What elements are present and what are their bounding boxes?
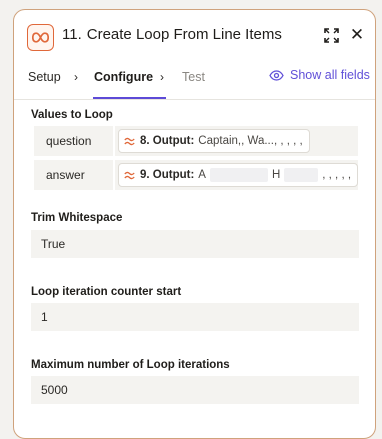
pill-step-label: 9. Output: [140,169,195,181]
max-iterations-field[interactable]: 5000 [31,376,359,404]
approx-icon [124,137,135,145]
loop-key-answer[interactable]: answer [34,160,113,190]
panel-header: 11. Create Loop From Line Items ✕ [14,10,375,60]
trim-whitespace-label: Trim Whitespace [31,212,123,224]
redacted-text [209,168,268,182]
pill-step-label: 8. Output: [140,135,195,147]
loop-icon [27,24,54,51]
close-button[interactable]: ✕ [346,24,368,46]
max-iterations-label: Maximum number of Loop iterations [31,359,230,371]
loop-key-question[interactable]: question [34,126,113,156]
show-all-fields-label: Show all fields [290,68,370,82]
trim-whitespace-field[interactable]: True [31,230,359,258]
step-title: 11. Create Loop From Line Items [62,26,282,43]
mapped-field-pill[interactable]: 9. Output: A H , , , , , [118,163,359,187]
loop-value-answer[interactable]: 9. Output: A H , , , , , [115,160,359,190]
show-all-fields-button[interactable]: Show all fields [269,68,370,82]
redacted-text [284,168,319,182]
step-name: Create Loop From Line Items [86,26,282,43]
chevron-right-icon: › [160,70,164,84]
pill-value-suffix: H [271,169,281,181]
mapped-field-pill[interactable]: 8. Output: Captain, , Wa..., , , , , [118,129,310,153]
tab-setup[interactable]: Setup [28,70,61,84]
pill-value: A [198,169,206,181]
expand-icon [323,27,339,43]
counter-start-field[interactable]: 1 [31,303,359,331]
pill-value-tail: , , , , , [322,169,352,181]
step-config-panel: 11. Create Loop From Line Items ✕ Setup ›… [13,9,376,439]
active-tab-indicator [93,97,166,99]
tab-configure[interactable]: Configure [94,70,153,84]
expand-button[interactable] [320,24,342,46]
close-icon: ✕ [349,25,365,44]
values-to-loop-label: Values to Loop [31,109,113,121]
pill-value-suffix: , Wa..., , , , , [241,135,303,147]
pill-value: Captain, [198,135,242,147]
tab-test[interactable]: Test [182,70,205,84]
approx-icon [124,171,135,179]
eye-icon [269,69,284,81]
step-number: 11. [62,26,82,43]
step-tabs: Setup › Configure › Test Show all fields [14,60,375,100]
loop-value-question[interactable]: 8. Output: Captain, , Wa..., , , , , [115,126,358,156]
counter-start-label: Loop iteration counter start [31,286,182,298]
chevron-right-icon: › [74,70,78,84]
